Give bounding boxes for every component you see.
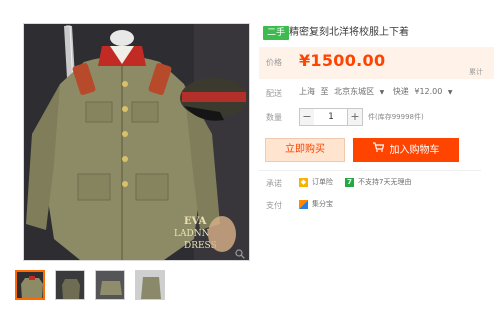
zoom-icon[interactable] xyxy=(234,249,246,261)
payment-text: 集分宝 xyxy=(312,200,333,208)
quantity-input[interactable] xyxy=(314,108,348,126)
accumulated-label: 累计 xyxy=(469,68,483,76)
buy-now-button[interactable]: 立即购买 xyxy=(265,138,345,162)
shipping-fee: ¥12.00 xyxy=(414,87,443,96)
ship-from: 上海 xyxy=(299,87,315,96)
thumbnail-strip xyxy=(13,270,173,302)
order-insurance[interactable]: ◆ 订单险 xyxy=(299,177,333,187)
shipping-label: 配送 xyxy=(266,89,282,98)
quantity-stepper: − + xyxy=(299,108,363,126)
price-value: ¥1500.00 xyxy=(299,51,386,70)
shipping-row: 上海 至 北京东城区 ▼ 快递 ¥12.00 ▼ xyxy=(299,86,459,97)
thumbnail[interactable] xyxy=(55,270,85,300)
jifenbao-icon xyxy=(299,199,308,209)
seven-day-icon: 7 xyxy=(345,177,354,187)
shipping-method: 快递 xyxy=(392,87,409,96)
destination-value: 北京东城区 xyxy=(334,87,375,96)
used-badge: 二手 xyxy=(263,26,290,40)
add-to-cart-button[interactable]: 加入购物车 xyxy=(353,138,459,162)
decrease-button[interactable]: − xyxy=(299,108,315,126)
product-title: 精密复刻北洋将校服上下着 xyxy=(289,27,409,38)
thumbnail[interactable] xyxy=(15,270,45,300)
no-return-policy[interactable]: 7 不支持7天无理由 xyxy=(345,177,411,187)
watermark-text: LADNN xyxy=(174,229,210,239)
ship-to-word: 至 xyxy=(320,87,329,96)
quantity-label: 数量 xyxy=(266,113,282,122)
increase-button[interactable]: + xyxy=(347,108,363,126)
cart-icon xyxy=(372,138,384,162)
insurance-icon: ◆ xyxy=(299,177,308,187)
destination-select[interactable]: 北京东城区 ▼ xyxy=(334,87,387,96)
payment-label: 支付 xyxy=(266,201,282,210)
add-to-cart-label: 加入购物车 xyxy=(389,145,440,156)
chevron-down-icon: ▼ xyxy=(379,89,385,96)
thumbnail[interactable] xyxy=(135,270,165,300)
main-product-image[interactable]: EVA LADNN DRESS xyxy=(23,23,250,261)
price-label: 价格 xyxy=(266,58,282,67)
payment-method[interactable]: 集分宝 xyxy=(299,199,333,209)
price-panel: 价格 ¥1500.00 累计 xyxy=(259,47,494,79)
uniform-photo: EVA LADNN DRESS xyxy=(24,24,249,260)
stock-info: 件(库存99998件) xyxy=(368,113,424,121)
no-return-text: 不支持7天无理由 xyxy=(358,178,412,186)
shipping-method-select[interactable]: 快递 ¥12.00 ▼ xyxy=(393,87,456,96)
thumbnail[interactable] xyxy=(95,270,125,300)
divider xyxy=(259,170,481,171)
insurance-text: 订单险 xyxy=(312,178,333,186)
watermark-text: EVA xyxy=(184,216,207,227)
chevron-down-icon: ▼ xyxy=(447,89,453,96)
product-title-row: 二手 精密复刻北洋将校服上下着 xyxy=(263,26,483,42)
promise-label: 承诺 xyxy=(266,179,282,188)
